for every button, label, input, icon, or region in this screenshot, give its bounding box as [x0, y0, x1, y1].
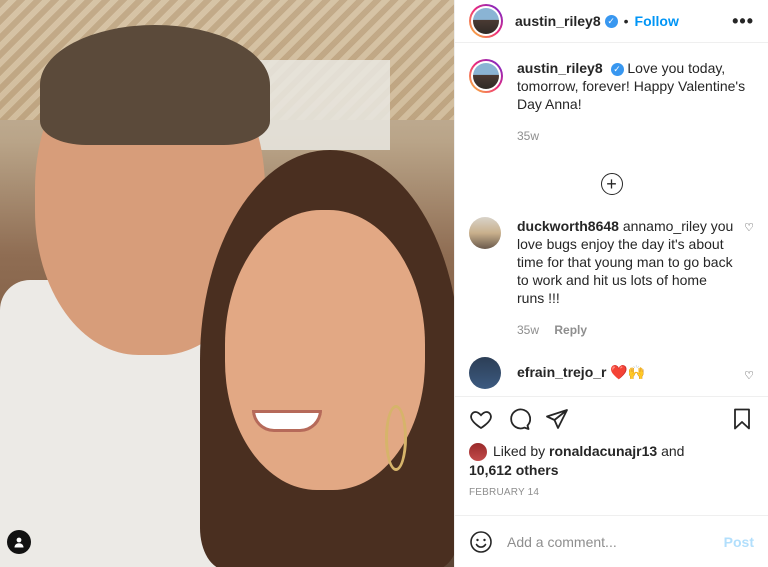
comment-time[interactable]: 35w: [517, 323, 539, 337]
header-separator: •: [623, 13, 629, 29]
person-icon: [14, 537, 24, 548]
comment-input[interactable]: [507, 533, 724, 550]
verified-badge-icon: ✓: [610, 62, 624, 76]
post-header: austin_riley8 ✓ • Follow •••: [455, 0, 768, 43]
comment-item: efrain_trejo_r ❤️🙌 ♡: [469, 357, 754, 389]
comment-item: duckworth8648 annamo_riley you love bugs…: [469, 217, 754, 339]
photo-hair-man: [40, 25, 270, 145]
liker-avatar[interactable]: [469, 443, 487, 461]
comments-list[interactable]: austin_riley8 ✓ Love you today, tomorrow…: [455, 43, 768, 396]
post-sidebar: austin_riley8 ✓ • Follow ••• austin_rile…: [454, 0, 768, 567]
reply-button[interactable]: Reply: [554, 323, 587, 337]
emoji-icon[interactable]: [469, 530, 493, 554]
comment-meta: 35w Reply: [517, 321, 737, 339]
heart-icon[interactable]: [469, 407, 493, 431]
comment-body: efrain_trejo_r ❤️🙌: [517, 357, 645, 389]
likes-summary: Liked by ronaldacunajr13 and 10,612 othe…: [455, 442, 768, 479]
caption-username[interactable]: austin_riley8: [517, 60, 603, 76]
post-button[interactable]: Post: [724, 534, 754, 550]
bookmark-icon[interactable]: [730, 407, 754, 431]
photo-smile: [252, 410, 322, 432]
more-options-icon[interactable]: •••: [732, 11, 754, 32]
user-tag-icon[interactable]: [7, 530, 31, 554]
avatar[interactable]: [469, 4, 503, 38]
liker-username[interactable]: ronaldacunajr13: [549, 443, 657, 459]
add-comment-bar: Post: [455, 515, 768, 567]
commenter-avatar[interactable]: [469, 217, 501, 249]
likes-and: and: [661, 442, 685, 459]
header-username[interactable]: austin_riley8: [515, 13, 601, 29]
instagram-post: austin_riley8 ✓ • Follow ••• austin_rile…: [0, 0, 768, 567]
post-photo[interactable]: [0, 0, 454, 567]
commenter-avatar[interactable]: [469, 357, 501, 389]
caption: austin_riley8 ✓ Love you today, tomorrow…: [469, 59, 754, 145]
comment-text: ❤️🙌: [610, 364, 646, 380]
like-comment-icon[interactable]: ♡: [744, 217, 754, 339]
post-date[interactable]: FEBRUARY 14: [455, 479, 768, 515]
action-bar: [455, 395, 768, 442]
follow-button[interactable]: Follow: [635, 13, 679, 29]
comment-username[interactable]: efrain_trejo_r: [517, 364, 606, 380]
likes-others[interactable]: 10,612 others: [469, 462, 559, 478]
caption-body: austin_riley8 ✓ Love you today, tomorrow…: [517, 59, 754, 145]
comment-icon[interactable]: [507, 407, 531, 431]
caption-avatar[interactable]: [469, 59, 503, 93]
likes-prefix: Liked by: [493, 442, 546, 459]
caption-time[interactable]: 35w: [517, 127, 754, 145]
photo-earring: [385, 405, 407, 471]
verified-badge-icon: ✓: [604, 14, 618, 28]
load-more-comments-button[interactable]: +: [600, 173, 623, 195]
share-icon[interactable]: [545, 407, 569, 431]
comment-username[interactable]: duckworth8648: [517, 218, 619, 234]
like-comment-icon[interactable]: ♡: [744, 357, 754, 389]
comment-body: duckworth8648 annamo_riley you love bugs…: [517, 217, 737, 339]
